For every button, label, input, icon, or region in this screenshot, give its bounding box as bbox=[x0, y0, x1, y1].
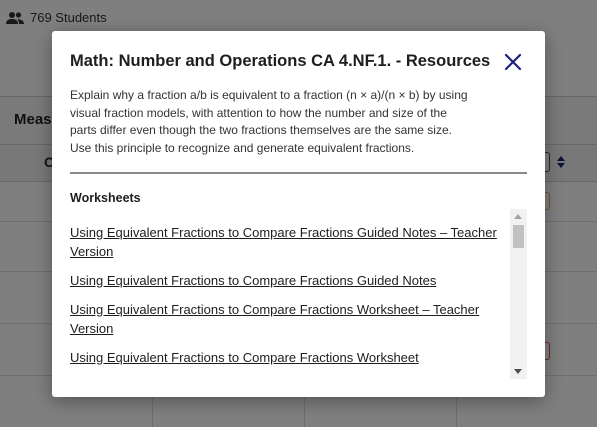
scroll-up-icon[interactable] bbox=[514, 214, 522, 219]
resources-modal: Math: Number and Operations CA 4.NF.1. -… bbox=[52, 31, 545, 397]
divider bbox=[70, 172, 527, 174]
worksheet-link[interactable]: Using Equivalent Fractions to Compare Fr… bbox=[70, 223, 510, 261]
scrollbar-thumb[interactable] bbox=[513, 225, 524, 248]
close-icon[interactable] bbox=[504, 53, 522, 71]
worksheet-link[interactable]: Using Equivalent Fractions to Compare Fr… bbox=[70, 271, 510, 290]
section-title-worksheets: Worksheets bbox=[70, 191, 141, 205]
worksheet-link[interactable]: Using Equivalent Fractions to Compare Fr… bbox=[70, 348, 510, 367]
worksheet-list: Using Equivalent Fractions to Compare Fr… bbox=[70, 211, 510, 377]
scroll-down-icon[interactable] bbox=[514, 369, 522, 374]
list-scrollbar[interactable] bbox=[510, 209, 527, 379]
modal-title: Math: Number and Operations CA 4.NF.1. -… bbox=[70, 52, 491, 70]
worksheet-link[interactable]: Using Equivalent Fractions to Compare Fr… bbox=[70, 300, 510, 338]
standard-description: Explain why a fraction a/b is equivalent… bbox=[70, 88, 468, 155]
